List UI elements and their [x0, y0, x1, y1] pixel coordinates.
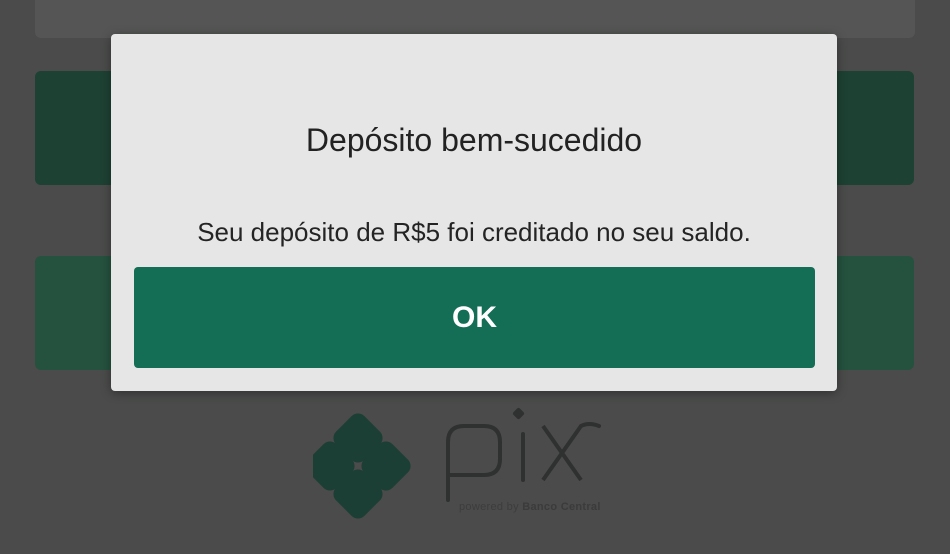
pix-diamond-icon — [313, 413, 411, 519]
dialog-title: Depósito bem-sucedido — [305, 122, 643, 158]
pix-tagline: powered by Banco Central — [459, 501, 601, 513]
pix-tagline-brand: Banco Central — [522, 501, 601, 513]
pix-tagline-prefix: powered by — [459, 501, 519, 513]
background-card — [35, 0, 915, 38]
dialog-message: Seu depósito de R$5 foi creditado no seu… — [197, 217, 751, 247]
pix-wordmark — [446, 422, 601, 502]
pix-logo: powered by Banco Central — [313, 404, 643, 524]
ok-button[interactable]: OK — [134, 267, 815, 368]
pix-dot-icon — [512, 407, 525, 420]
